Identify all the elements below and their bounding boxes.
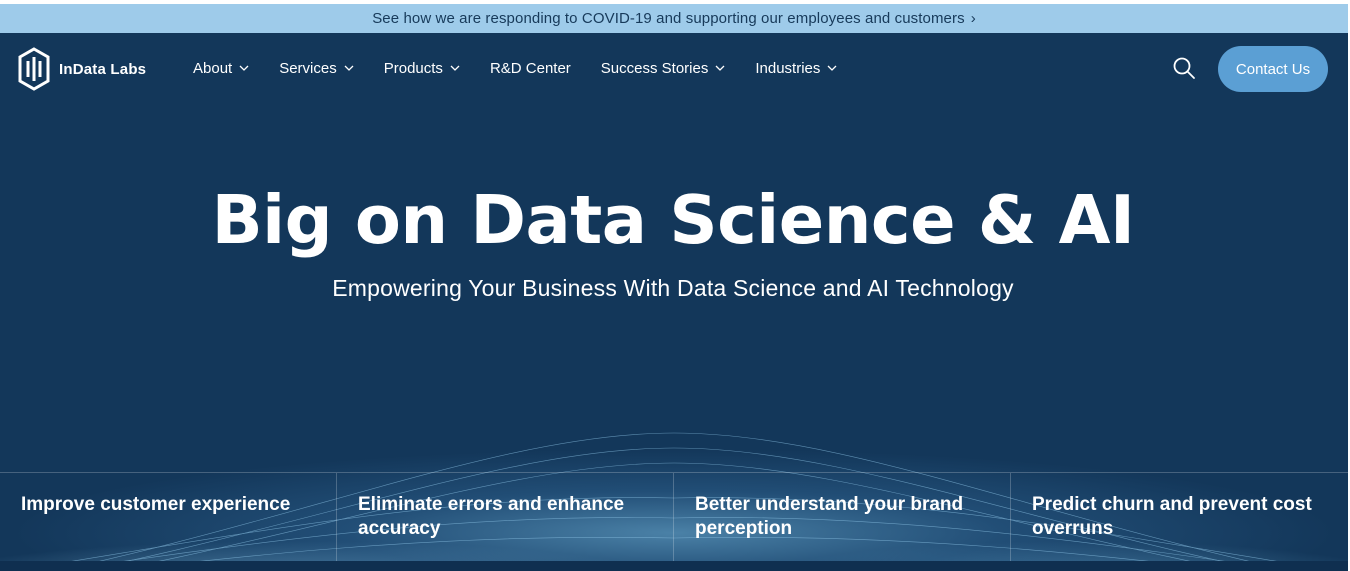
nav-item-products[interactable]: Products bbox=[384, 60, 460, 77]
nav-item-label: R&D Center bbox=[489, 60, 571, 77]
chevron-down-icon bbox=[827, 65, 837, 71]
nav-item-label: Industries bbox=[755, 60, 821, 77]
nav-item-industries[interactable]: Industries bbox=[755, 60, 837, 77]
feature-cards-row: Improve customer experience Eliminate er… bbox=[0, 472, 1348, 563]
nav-item-label: Services bbox=[279, 60, 337, 77]
nav-item-rd-center[interactable]: R&D Center bbox=[490, 60, 571, 77]
hero-subheadline: Empowering Your Business With Data Scien… bbox=[332, 275, 1014, 301]
feature-card-eliminate-errors[interactable]: Eliminate errors and enhance accuracy bbox=[337, 473, 674, 563]
chevron-down-icon bbox=[450, 65, 460, 71]
hero-headline: Big on Data Science & AI bbox=[211, 181, 1135, 259]
chevron-down-icon bbox=[715, 65, 725, 71]
hero-section: InData Labs About Services Products R&D … bbox=[0, 33, 1348, 563]
nav-item-success-stories[interactable]: Success Stories bbox=[601, 60, 726, 77]
covid-banner-text[interactable]: See how we are responding to COVID-19 an… bbox=[372, 10, 965, 27]
chevron-down-icon bbox=[344, 65, 354, 71]
chevron-down-icon bbox=[239, 65, 249, 71]
main-navbar: InData Labs About Services Products R&D … bbox=[0, 33, 1348, 108]
contact-us-button[interactable]: Contact Us bbox=[1218, 46, 1328, 92]
feature-card-brand-perception[interactable]: Better understand your brand perception bbox=[674, 473, 1011, 563]
nav-item-about[interactable]: About bbox=[193, 60, 249, 77]
feature-card-predict-churn[interactable]: Predict churn and prevent cost overruns bbox=[1011, 473, 1348, 563]
indata-logo-icon bbox=[18, 47, 50, 91]
feature-card-customer-experience[interactable]: Improve customer experience bbox=[0, 473, 337, 563]
page: See how we are responding to COVID-19 an… bbox=[0, 0, 1350, 571]
chevron-right-icon: › bbox=[970, 10, 976, 27]
nav-item-label: Success Stories bbox=[600, 60, 709, 77]
section-divider bbox=[0, 561, 1348, 571]
covid-banner[interactable]: See how we are responding to COVID-19 an… bbox=[0, 4, 1348, 33]
search-icon[interactable] bbox=[1172, 56, 1196, 80]
nav-item-services[interactable]: Services bbox=[279, 60, 354, 77]
brand-logo[interactable]: InData Labs bbox=[18, 47, 146, 91]
nav-menu: About Services Products R&D Center Succe… bbox=[193, 60, 867, 77]
nav-item-label: Products bbox=[383, 60, 443, 77]
brand-name: InData Labs bbox=[59, 60, 147, 78]
nav-item-label: About bbox=[193, 60, 233, 77]
